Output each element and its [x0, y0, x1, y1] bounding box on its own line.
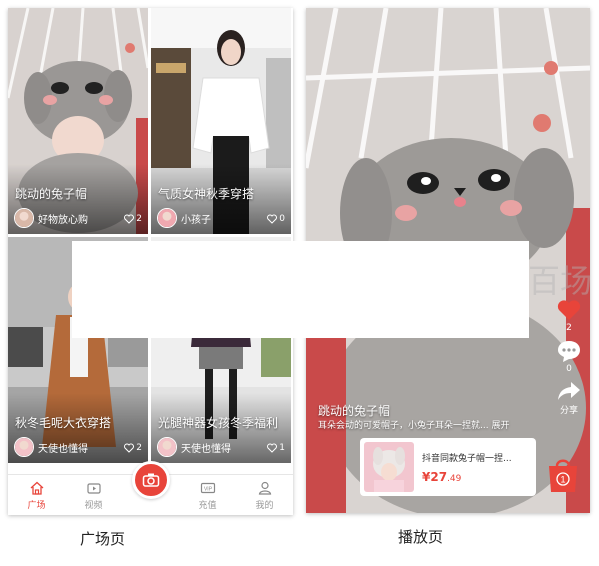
comment-count: 0	[566, 364, 572, 374]
card-title: 秋冬毛呢大衣穿搭	[15, 416, 112, 430]
home-icon	[30, 481, 43, 495]
share-icon	[558, 382, 580, 400]
comment-icon	[558, 341, 580, 362]
white-overlay-box	[72, 241, 529, 338]
like-count-value: 1	[279, 443, 285, 453]
heart-icon	[267, 443, 278, 453]
avatar	[14, 208, 34, 228]
vip-badge-text: VIP	[203, 486, 212, 492]
author-name: 天使也懂得	[181, 443, 231, 455]
shopping-bag-icon[interactable]: 1	[546, 454, 580, 494]
nav-label: 充值	[198, 500, 217, 511]
like-button[interactable]: 2	[556, 298, 582, 333]
vip-card-icon: VIP	[200, 482, 215, 493]
like-count-value: 2	[136, 214, 142, 224]
watermark-text: 百场	[528, 262, 593, 300]
share-button[interactable]: 分享	[556, 380, 582, 416]
nav-label: 我的	[255, 500, 274, 511]
bottom-nav: 广场 视频 VIP 充值 我的	[8, 461, 293, 515]
share-label: 分享	[559, 406, 578, 416]
like-count-value: 0	[279, 214, 285, 224]
video-card[interactable]: 气质女神秋季穿搭 小孩子 0	[151, 8, 291, 234]
like-count[interactable]: 2	[124, 214, 142, 224]
heart-icon	[267, 214, 278, 224]
caption-play-page: 播放页	[398, 528, 444, 546]
like-count[interactable]: 1	[267, 443, 285, 453]
card-author[interactable]: 天使也懂得	[14, 437, 88, 457]
nav-recharge[interactable]: VIP 充值	[179, 475, 236, 515]
card-author[interactable]: 天使也懂得	[157, 437, 231, 457]
comment-button[interactable]: 0	[556, 339, 582, 374]
product-info: 抖音同款兔子帽一捏... ¥27.49	[422, 451, 512, 484]
avatar	[157, 208, 177, 228]
video-icon	[86, 482, 101, 494]
nav-video[interactable]: 视频	[65, 475, 122, 515]
nav-label: 视频	[84, 500, 103, 511]
video-title: 跳动的兔子帽	[318, 404, 391, 418]
product-name: 抖音同款兔子帽一捏...	[422, 453, 512, 464]
nav-label: 广场	[27, 500, 46, 511]
product-card[interactable]: 抖音同款兔子帽一捏... ¥27.49	[360, 438, 536, 496]
product-image	[364, 442, 414, 492]
like-count: 2	[566, 323, 572, 333]
video-description[interactable]: 耳朵会动的可爱帽子，小兔子耳朵一捏就... 展开	[318, 418, 509, 431]
cart-badge: 1	[560, 475, 565, 485]
card-title: 跳动的兔子帽	[15, 187, 88, 201]
camera-icon	[142, 473, 160, 487]
card-title: 光腿神器女孩冬季福利	[158, 416, 279, 430]
author-name: 天使也懂得	[38, 443, 88, 455]
like-count-value: 2	[136, 443, 142, 453]
video-card[interactable]: 跳动的兔子帽 好物放心购 2	[8, 8, 148, 234]
nav-mine[interactable]: 我的	[236, 475, 293, 515]
heart-icon	[124, 443, 135, 453]
card-title: 气质女神秋季穿搭	[158, 187, 255, 201]
camera-button[interactable]	[132, 461, 170, 499]
author-name: 好物放心购	[38, 214, 88, 226]
avatar	[14, 437, 34, 457]
card-author[interactable]: 小孩子	[157, 208, 211, 228]
avatar	[157, 437, 177, 457]
heart-icon	[124, 214, 135, 224]
nav-square[interactable]: 广场	[8, 475, 65, 515]
product-price: ¥27.49	[422, 469, 462, 484]
like-count[interactable]: 0	[267, 214, 285, 224]
side-actions: 2 0 分享	[556, 298, 582, 416]
author-name: 小孩子	[181, 214, 211, 226]
user-icon	[258, 481, 271, 495]
like-count[interactable]: 2	[124, 443, 142, 453]
card-author[interactable]: 好物放心购	[14, 208, 88, 228]
caption-square-page: 广场页	[80, 530, 126, 548]
